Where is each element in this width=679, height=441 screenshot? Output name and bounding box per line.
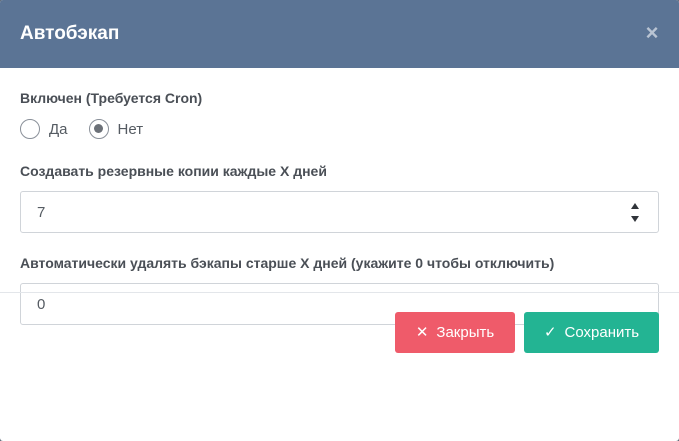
- enabled-label: Включен (Требуется Cron): [20, 90, 203, 106]
- check-icon: ✓: [543, 324, 557, 341]
- close-button-label: Закрыть: [436, 324, 495, 341]
- radio-yes-label[interactable]: Да: [49, 121, 68, 138]
- modal-header: Автобэкап ×: [0, 0, 679, 68]
- backup-days-input[interactable]: 7: [20, 191, 659, 233]
- spinner-up-icon[interactable]: [631, 203, 639, 209]
- close-button[interactable]: ✕ Закрыть: [395, 312, 515, 353]
- auto-delete-value: 0: [37, 295, 46, 313]
- backup-days-label: Создавать резервные копии каждые X дней: [20, 163, 327, 179]
- save-button-label: Сохранить: [564, 324, 640, 341]
- modal-title: Автобэкап: [20, 23, 120, 44]
- footer-divider: [0, 292, 679, 293]
- auto-delete-label: Автоматически удалять бэкапы старше X дн…: [20, 255, 555, 271]
- backup-days-value: 7: [37, 203, 46, 221]
- close-icon[interactable]: ×: [645, 22, 659, 44]
- autobackup-modal: Автобэкап × Включен (Требуется Cron) Да …: [0, 0, 679, 441]
- enabled-radio-group: Да Нет: [20, 118, 164, 140]
- spinner-down-icon[interactable]: [631, 216, 639, 222]
- radio-no[interactable]: [88, 119, 109, 139]
- save-button[interactable]: ✓ Сохранить: [524, 312, 659, 353]
- number-spinner[interactable]: [630, 203, 640, 222]
- radio-no-label[interactable]: Нет: [118, 121, 144, 138]
- radio-yes[interactable]: [20, 119, 40, 139]
- close-icon: ✕: [415, 324, 429, 341]
